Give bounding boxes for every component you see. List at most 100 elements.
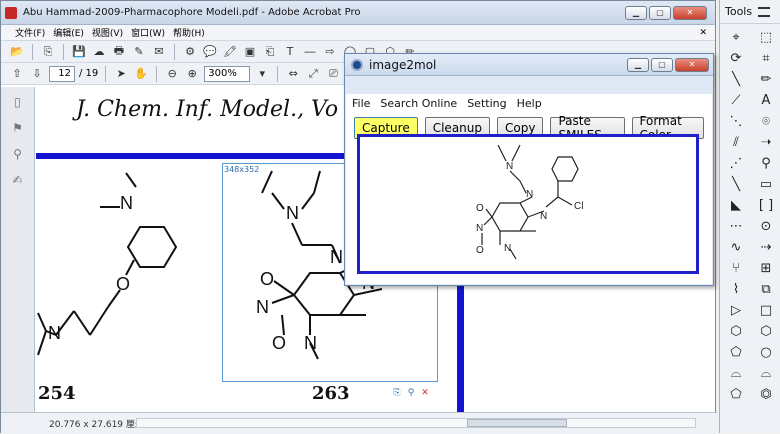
template-icon[interactable]: ⧉ xyxy=(755,280,777,298)
settings-icon[interactable]: ⚙ xyxy=(182,44,198,60)
text-tool-icon[interactable]: A xyxy=(755,91,777,109)
create-pdf-icon[interactable]: ⎘ xyxy=(40,44,56,60)
reaction-icon[interactable]: ⇢ xyxy=(755,238,777,256)
image2mol-minimize-button[interactable]: ▁ xyxy=(627,57,649,72)
image2mol-close-button[interactable]: ✕ xyxy=(675,57,709,72)
svg-text:O: O xyxy=(476,203,484,214)
pencil-tool-icon[interactable]: ✏ xyxy=(755,70,777,88)
attach-icon[interactable]: ⎗ xyxy=(262,44,278,60)
molecule-canvas[interactable]: N N O N N O N Cl xyxy=(357,134,699,274)
save-icon[interactable]: 💾 xyxy=(71,44,87,60)
acrobat-app-icon xyxy=(5,6,17,19)
selection-close-icon[interactable]: ✕ xyxy=(419,387,431,399)
triangle-icon[interactable]: ▷ xyxy=(725,301,747,319)
octagon-icon[interactable]: ○ xyxy=(755,343,777,361)
line-tool-icon[interactable]: ╲ xyxy=(725,70,747,88)
open-icon[interactable]: 📂 xyxy=(9,44,25,60)
maximize-button[interactable]: ▢ xyxy=(649,5,671,20)
upload-icon[interactable]: ☁ xyxy=(91,44,107,60)
svg-text:N: N xyxy=(506,161,513,172)
bold-line-icon[interactable]: ╲ xyxy=(725,175,747,193)
highlight-icon[interactable]: 🖍 xyxy=(222,44,238,60)
image2mol-menu-help[interactable]: Help xyxy=(517,97,542,110)
ring-chain-alt-icon[interactable]: ⌓ xyxy=(755,364,777,382)
menu-file[interactable]: 文件(F) xyxy=(15,26,45,39)
benzene-icon[interactable]: ⏣ xyxy=(755,385,777,403)
select-text-icon[interactable]: ⬚ xyxy=(755,28,777,46)
hand-tool-icon[interactable]: ✋ xyxy=(133,66,149,82)
tools-pane: Tools ⌖ ⬚ ⟳ ⌗ ╲ ✏ ⟋ A ⋱ ⌾ ⫽ ➝ ⋰ ⚲ ╲ ▭ ◣ … xyxy=(719,0,780,433)
navigation-pane: ▯ ⚑ ⚲ ✍ xyxy=(1,87,35,412)
hexagon-icon[interactable]: ⬡ xyxy=(725,322,747,340)
zoom-input[interactable]: 300% xyxy=(204,65,251,82)
signatures-icon[interactable]: ✍ xyxy=(11,173,25,187)
square-icon[interactable]: □ xyxy=(755,301,777,319)
scrollbar-thumb[interactable] xyxy=(467,419,567,427)
print-icon[interactable]: 🖶 xyxy=(111,44,127,60)
read-mode-icon[interactable]: ⎚ xyxy=(325,66,341,82)
hatch-icon[interactable]: ⫽ xyxy=(725,133,747,151)
pages-icon[interactable]: ▯ xyxy=(11,95,25,109)
acrobat-window-title: Abu Hammad-2009-Pharmacophore Modeli.pdf… xyxy=(23,7,361,18)
pentagon-icon[interactable]: ⬠ xyxy=(725,385,747,403)
fit-page-icon[interactable]: ⇔ xyxy=(285,66,301,82)
brush-icon[interactable]: ⟋ xyxy=(725,91,747,109)
ring-chain-icon[interactable]: ⌓ xyxy=(725,364,747,382)
image2mol-menu-file[interactable]: File xyxy=(352,97,370,110)
chain-icon[interactable]: ⌇ xyxy=(725,280,747,298)
heptagon-icon[interactable]: ⬠ xyxy=(725,343,747,361)
attachments-icon[interactable]: ⚲ xyxy=(11,147,25,161)
edit-icon[interactable]: ✎ xyxy=(131,44,147,60)
stamp-icon[interactable]: ▣ xyxy=(242,44,258,60)
target-icon[interactable]: ⊙ xyxy=(755,217,777,235)
email-icon[interactable]: ✉ xyxy=(151,44,167,60)
minimize-button[interactable]: ▁ xyxy=(625,5,647,20)
selection-search-icon[interactable]: ⚲ xyxy=(405,387,417,399)
wedge-icon[interactable]: ◣ xyxy=(725,196,747,214)
next-page-icon[interactable]: ⇩ xyxy=(29,66,45,82)
wavy-icon[interactable]: ∿ xyxy=(725,238,747,256)
menu-window[interactable]: 窗口(W) xyxy=(131,26,165,39)
frame-icon[interactable]: ▭ xyxy=(755,175,777,193)
hash-bond-icon[interactable]: ⋯ xyxy=(725,217,747,235)
rotate-icon[interactable]: ⟳ xyxy=(725,49,747,67)
hexagon-alt-icon[interactable]: ⬡ xyxy=(755,322,777,340)
pin-icon[interactable]: ⚲ xyxy=(755,154,777,172)
status-bar: 20.776 x 27.619 厘米 xyxy=(1,412,717,434)
select-tool-icon[interactable]: ➤ xyxy=(113,66,129,82)
measure-icon[interactable]: ⌗ xyxy=(755,49,777,67)
horizontal-scrollbar[interactable] xyxy=(136,418,696,428)
fork-icon[interactable]: ⑂ xyxy=(725,259,747,277)
brackets-icon[interactable]: [ ] xyxy=(755,196,777,214)
menu-edit[interactable]: 编辑(E) xyxy=(53,26,84,39)
menu-view[interactable]: 视图(V) xyxy=(92,26,123,39)
line-icon[interactable]: ― xyxy=(302,44,318,60)
lasso-icon[interactable]: ⌾ xyxy=(755,112,777,130)
table-icon[interactable]: ⊞ xyxy=(755,259,777,277)
prev-page-icon[interactable]: ⇧ xyxy=(9,66,25,82)
recognized-molecule-drawing: N N O N N O N Cl xyxy=(476,144,583,260)
zoom-out-icon[interactable]: ⊖ xyxy=(164,66,180,82)
selection-copy-icon[interactable]: ⎘ xyxy=(391,387,403,399)
image2mol-menu-search-online[interactable]: Search Online xyxy=(380,97,457,110)
page-number-input[interactable]: 12 xyxy=(49,65,75,82)
bookmarks-icon[interactable]: ⚑ xyxy=(11,121,25,135)
text-box-icon[interactable]: T xyxy=(282,44,298,60)
image2mol-maximize-button[interactable]: ▢ xyxy=(651,57,673,72)
toolbar-separator xyxy=(105,65,107,82)
zoom-in-icon[interactable]: ⊕ xyxy=(184,66,200,82)
arrow-icon[interactable]: ⇨ xyxy=(322,44,338,60)
dots-icon[interactable]: ⋰ xyxy=(725,154,747,172)
snapshot-icon[interactable]: ⌖ xyxy=(725,28,747,46)
comment-icon[interactable]: 💬 xyxy=(202,44,218,60)
close-button[interactable]: ✕ xyxy=(673,5,707,20)
tools-menu-icon[interactable] xyxy=(758,6,771,17)
acrobat-titlebar: Abu Hammad-2009-Pharmacophore Modeli.pdf… xyxy=(1,1,715,25)
arrow-right-icon[interactable]: ➝ xyxy=(755,133,777,151)
close-document-icon[interactable]: ✕ xyxy=(699,28,707,38)
fit-width-icon[interactable]: ⤢ xyxy=(305,66,321,82)
image2mol-menu-setting[interactable]: Setting xyxy=(467,97,506,110)
dashed-line-icon[interactable]: ⋱ xyxy=(725,112,747,130)
zoom-dropdown-icon[interactable]: ▾ xyxy=(254,66,270,82)
menu-help[interactable]: 帮助(H) xyxy=(173,26,205,39)
